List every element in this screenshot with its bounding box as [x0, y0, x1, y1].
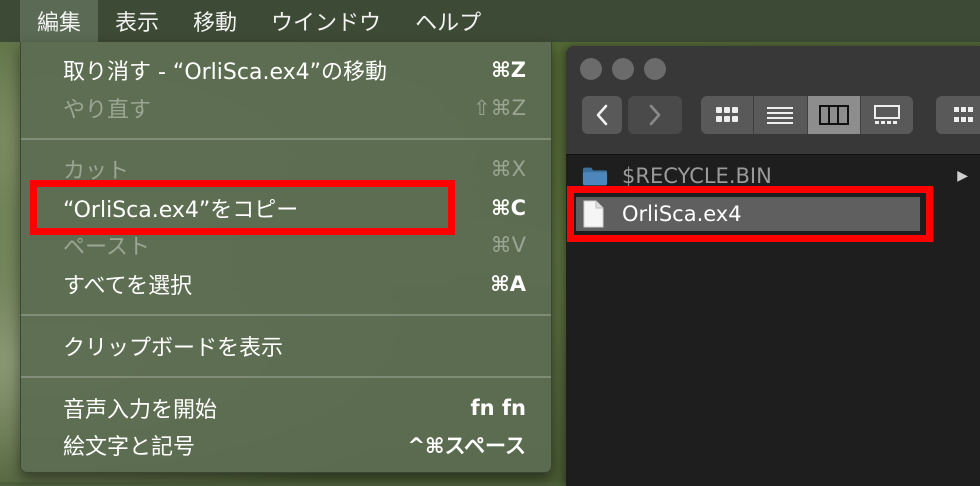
menu-bar: 編集 表示 移動 ウインドウ ヘルプ [0, 0, 980, 42]
shortcut-label: ⌘C [491, 196, 526, 220]
columns-icon [818, 105, 849, 125]
shortcut-label: ⌘X [490, 157, 526, 181]
chevron-right-icon [649, 104, 661, 126]
annotation-highlight-file [567, 186, 933, 242]
shortcut-label: ⇧⌘Z [473, 96, 526, 120]
menu-separator [21, 138, 551, 140]
group-icon [954, 107, 973, 122]
edit-dropdown-menu: 取り消す - “OrliSca.ex4”の移動 ⌘Z やり直す ⇧⌘Z カット … [20, 42, 552, 473]
close-window-button[interactable] [580, 58, 602, 80]
finder-window: $RECYCLE.BIN ▶ OrliSca.ex4 [566, 46, 980, 486]
menu-separator [21, 314, 551, 316]
menu-item-start-dictation[interactable]: 音声入力を開始 fn fn [21, 390, 551, 426]
gallery-icon [873, 105, 900, 124]
chevron-left-icon [596, 104, 608, 126]
menu-item-label: クリップボードを表示 [63, 336, 284, 361]
gallery-view-button[interactable] [861, 96, 913, 134]
shortcut-label: ⌘A [490, 272, 526, 296]
back-button[interactable] [582, 96, 622, 134]
forward-button[interactable] [628, 96, 682, 134]
file-name: $RECYCLE.BIN [622, 164, 772, 188]
minimize-window-button[interactable] [612, 58, 634, 80]
group-by-button[interactable] [936, 96, 980, 134]
menu-item-redo: やり直す ⇧⌘Z [21, 90, 551, 126]
icon-view-button[interactable] [701, 96, 755, 134]
shortcut-label: fn fn [470, 396, 526, 420]
list-icon [767, 107, 794, 124]
shortcut-label: ⌘Z [491, 58, 526, 82]
menu-separator [21, 376, 551, 378]
menu-edit[interactable]: 編集 [20, 0, 99, 42]
list-view-button[interactable] [754, 96, 808, 134]
menu-item-emoji-symbols[interactable]: 絵文字と記号 ^⌘スペース [21, 427, 551, 463]
view-mode-segmented-control [701, 96, 913, 134]
menu-view[interactable]: 表示 [98, 0, 176, 42]
shortcut-label: ⌘V [490, 233, 526, 257]
menu-item-label: 取り消す - “OrliSca.ex4”の移動 [63, 60, 388, 85]
grid-icon [716, 107, 739, 122]
menu-item-label: やり直す [63, 98, 152, 123]
menu-help[interactable]: ヘルプ [398, 0, 498, 42]
menu-item-label: 絵文字と記号 [63, 435, 196, 460]
menu-item-undo[interactable]: 取り消す - “OrliSca.ex4”の移動 ⌘Z [21, 52, 551, 88]
disclosure-arrow-icon: ▶ [957, 168, 968, 184]
menu-window[interactable]: ウインドウ [254, 0, 398, 42]
menu-item-show-clipboard[interactable]: クリップボードを表示 [21, 328, 551, 364]
menu-item-label: すべてを選択 [63, 274, 193, 299]
zoom-window-button[interactable] [644, 58, 666, 80]
menu-item-select-all[interactable]: すべてを選択 ⌘A [21, 266, 551, 302]
menu-go[interactable]: 移動 [176, 0, 254, 42]
finder-toolbar [566, 46, 980, 155]
menu-item-label: 音声入力を開始 [63, 398, 218, 423]
column-view-button[interactable] [807, 96, 861, 134]
shortcut-label: ^⌘スペース [407, 434, 526, 458]
annotation-highlight-copy [30, 180, 455, 235]
